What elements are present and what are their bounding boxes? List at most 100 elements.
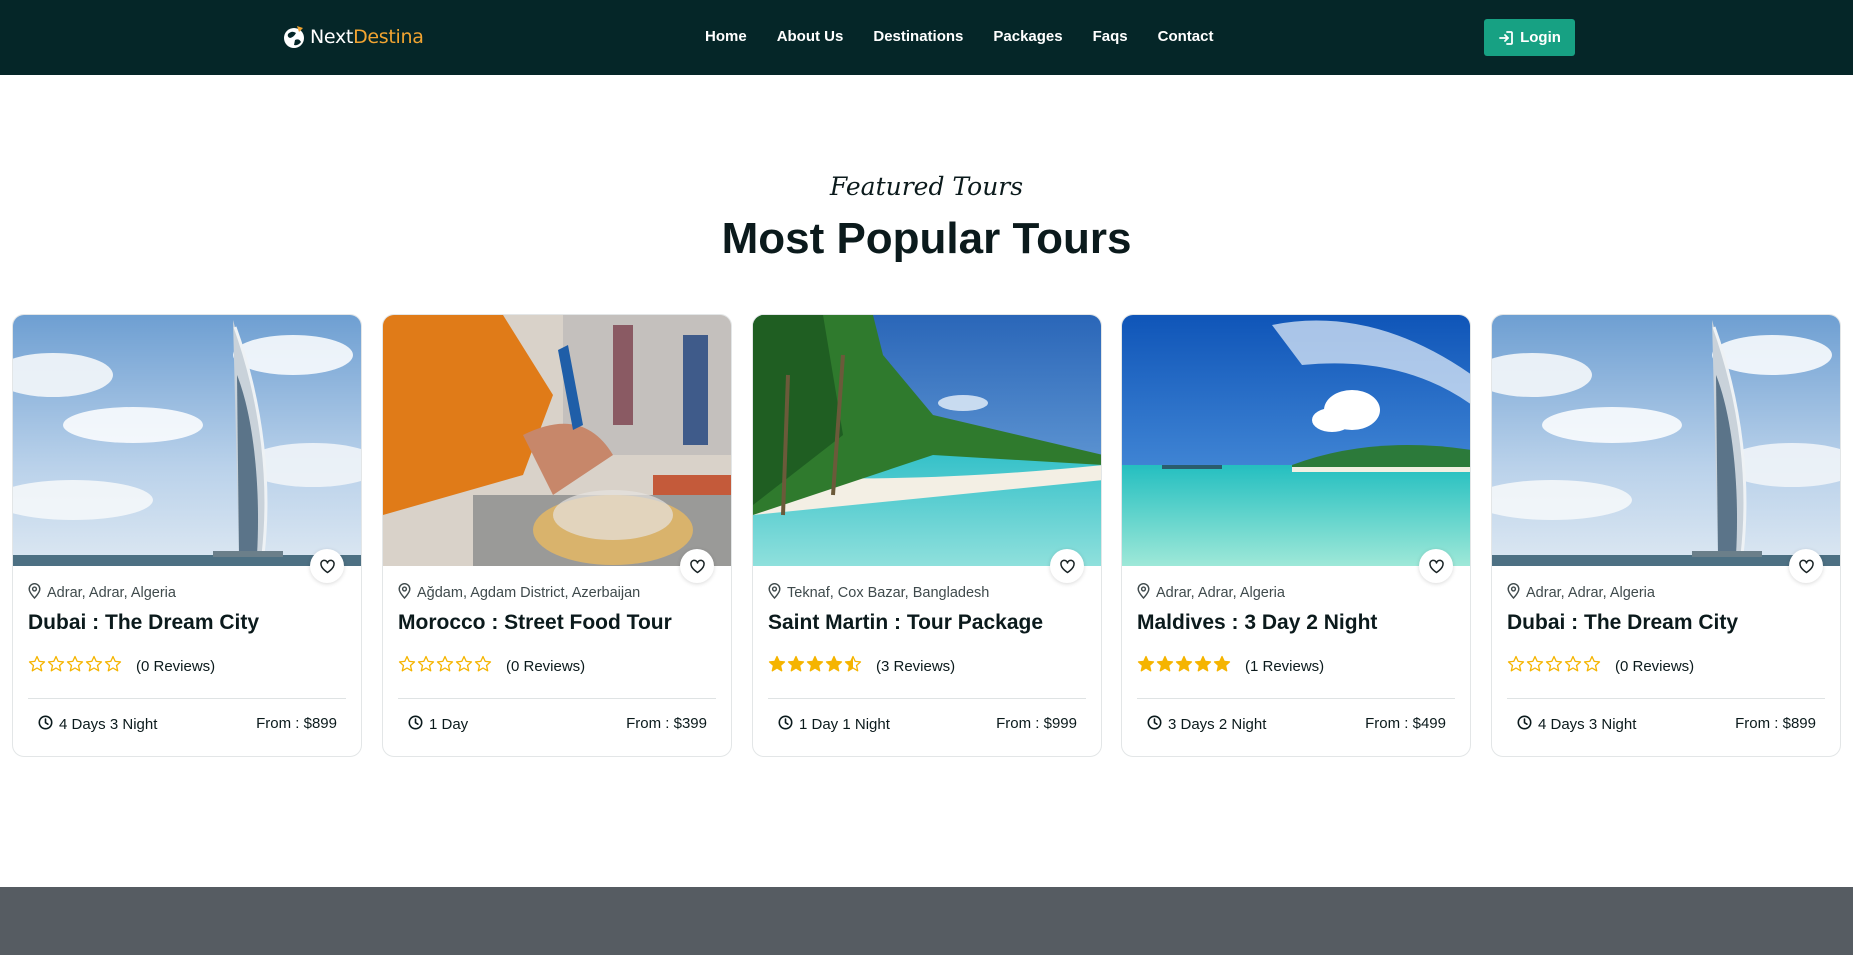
- clock-icon: [38, 715, 53, 734]
- main-nav: Home About Us Destinations Packages Faqs…: [705, 28, 1243, 45]
- tour-location-text: Teknaf, Cox Bazar, Bangladesh: [787, 585, 990, 601]
- review-count: (1 Reviews): [1245, 658, 1325, 675]
- tour-location: Ağdam, Agdam District, Azerbaijan: [398, 583, 640, 603]
- tour-card[interactable]: Adrar, Adrar, Algeria Dubai : The Dream …: [12, 314, 362, 757]
- favorite-button[interactable]: [1419, 549, 1453, 583]
- tour-card[interactable]: Teknaf, Cox Bazar, Bangladesh Saint Mart…: [752, 314, 1102, 757]
- star-icon: [66, 655, 84, 678]
- star-icon: [1137, 655, 1155, 678]
- login-button-label: Login: [1520, 29, 1561, 46]
- review-count: (0 Reviews): [1615, 658, 1695, 675]
- favorite-button[interactable]: [310, 549, 344, 583]
- tour-duration-text: 1 Day: [429, 716, 469, 733]
- tour-image[interactable]: [1122, 315, 1470, 566]
- tour-card[interactable]: Adrar, Adrar, Algeria Dubai : The Dream …: [1491, 314, 1841, 757]
- logo-text-next: Next: [310, 26, 354, 48]
- tour-title[interactable]: Dubai : The Dream City: [1507, 611, 1738, 635]
- tour-duration: 4 Days 3 Night: [1517, 715, 1636, 734]
- tour-image[interactable]: [383, 315, 731, 566]
- star-icon: [1526, 655, 1544, 678]
- nav-link-contact[interactable]: Contact: [1158, 28, 1214, 45]
- tour-rating: (0 Reviews): [398, 655, 585, 678]
- clock-icon: [1147, 715, 1162, 734]
- heart-icon: [319, 559, 335, 573]
- tour-rating: (0 Reviews): [1507, 655, 1694, 678]
- login-button[interactable]: Login: [1484, 19, 1575, 56]
- footer-band: [0, 887, 1853, 955]
- tour-location-text: Adrar, Adrar, Algeria: [1526, 585, 1655, 601]
- map-pin-icon: [28, 583, 41, 603]
- tour-image[interactable]: [1492, 315, 1840, 566]
- favorite-button[interactable]: [1050, 549, 1084, 583]
- heart-icon: [1059, 559, 1075, 573]
- nav-link-faqs[interactable]: Faqs: [1093, 28, 1128, 45]
- star-rating: [768, 655, 862, 678]
- star-icon: [1156, 655, 1174, 678]
- tour-location: Adrar, Adrar, Algeria: [1137, 583, 1285, 603]
- tour-location-text: Adrar, Adrar, Algeria: [47, 585, 176, 601]
- tour-duration: 1 Day: [408, 715, 468, 734]
- nav-link-about-us[interactable]: About Us: [777, 28, 844, 45]
- favorite-button[interactable]: [1789, 549, 1823, 583]
- site-logo[interactable]: NextDestina: [282, 24, 424, 50]
- star-icon: [28, 655, 46, 678]
- star-icon: [47, 655, 65, 678]
- tour-duration: 3 Days 2 Night: [1147, 715, 1266, 734]
- heart-icon: [1798, 559, 1814, 573]
- star-icon: [474, 655, 492, 678]
- star-icon: [436, 655, 454, 678]
- section-title: Most Popular Tours: [721, 214, 1132, 263]
- card-divider: [398, 698, 716, 699]
- tour-price: From : $999: [996, 715, 1077, 732]
- review-count: (0 Reviews): [136, 658, 216, 675]
- star-icon: [417, 655, 435, 678]
- tour-duration-text: 1 Day 1 Night: [799, 716, 890, 733]
- tour-title[interactable]: Morocco : Street Food Tour: [398, 611, 672, 635]
- map-pin-icon: [768, 583, 781, 603]
- tour-price: From : $899: [256, 715, 337, 732]
- globe-logo-icon: [284, 26, 304, 48]
- star-icon: [455, 655, 473, 678]
- star-icon: [768, 655, 786, 678]
- tour-price: From : $399: [626, 715, 707, 732]
- map-pin-icon: [398, 583, 411, 603]
- card-divider: [1507, 698, 1825, 699]
- star-icon: [85, 655, 103, 678]
- tour-image[interactable]: [753, 315, 1101, 566]
- tour-location-text: Ağdam, Agdam District, Azerbaijan: [417, 585, 641, 601]
- star-rating: [1137, 655, 1231, 678]
- tour-duration: 4 Days 3 Night: [38, 715, 157, 734]
- tour-duration: 1 Day 1 Night: [778, 715, 890, 734]
- favorite-button[interactable]: [680, 549, 714, 583]
- star-icon: [825, 655, 843, 678]
- nav-link-packages[interactable]: Packages: [993, 28, 1062, 45]
- tour-location: Adrar, Adrar, Algeria: [1507, 583, 1655, 603]
- logo-text: NextDestina: [310, 26, 424, 48]
- review-count: (3 Reviews): [876, 658, 956, 675]
- tour-title[interactable]: Maldives : 3 Day 2 Night: [1137, 611, 1377, 635]
- nav-link-destinations[interactable]: Destinations: [873, 28, 963, 45]
- tour-title[interactable]: Saint Martin : Tour Package: [768, 611, 1043, 635]
- logo-text-destina: Destina: [353, 26, 424, 48]
- star-icon: [1175, 655, 1193, 678]
- star-rating: [28, 655, 122, 678]
- star-icon: [1194, 655, 1212, 678]
- tour-card[interactable]: Adrar, Adrar, Algeria Maldives : 3 Day 2…: [1121, 314, 1471, 757]
- tour-image[interactable]: [13, 315, 361, 566]
- tour-title[interactable]: Dubai : The Dream City: [28, 611, 259, 635]
- tour-rating: (0 Reviews): [28, 655, 215, 678]
- nav-link-home[interactable]: Home: [705, 28, 747, 45]
- star-icon: [844, 655, 862, 678]
- clock-icon: [408, 715, 423, 734]
- tour-location: Adrar, Adrar, Algeria: [28, 583, 176, 603]
- tour-duration-text: 4 Days 3 Night: [59, 716, 158, 733]
- tour-location: Teknaf, Cox Bazar, Bangladesh: [768, 583, 989, 603]
- tour-cards-row: Adrar, Adrar, Algeria Dubai : The Dream …: [12, 314, 1842, 757]
- card-divider: [768, 698, 1086, 699]
- tour-card[interactable]: Ağdam, Agdam District, Azerbaijan Morocc…: [382, 314, 732, 757]
- heart-icon: [689, 559, 705, 573]
- tour-rating: (3 Reviews): [768, 655, 955, 678]
- card-divider: [1137, 698, 1455, 699]
- card-divider: [28, 698, 346, 699]
- tour-duration-text: 3 Days 2 Night: [1168, 716, 1267, 733]
